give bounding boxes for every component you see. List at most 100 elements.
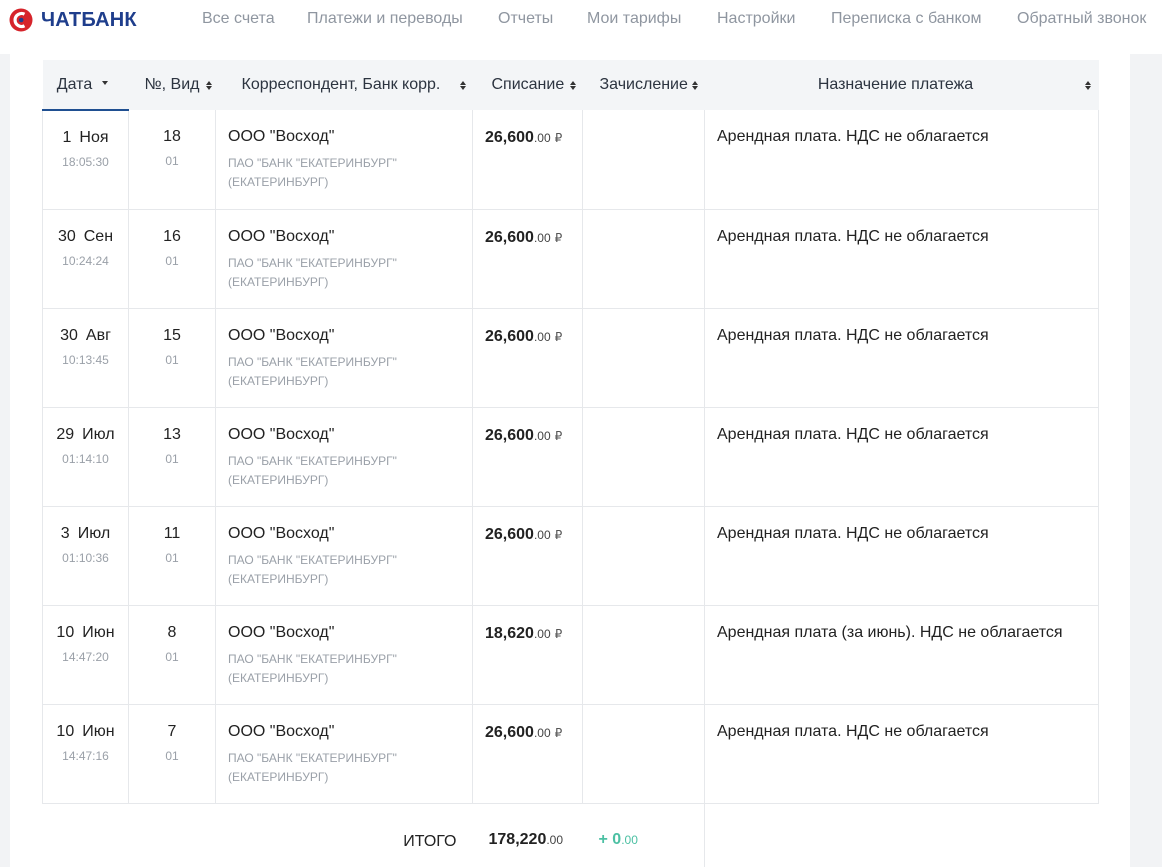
date-time: 01:10:36 (62, 550, 109, 565)
date-day: 10 (56, 623, 75, 641)
date-day: 3 (60, 524, 70, 542)
cell-date: 30 Сен 10:24:24 (42, 208, 129, 309)
totals-label: ИТОГО (403, 833, 457, 851)
ruble-icon: ₽ (554, 230, 563, 245)
table-row[interactable]: 10 Июн 14:47:20 8 01 ООО "Восход" ПАО "БАНК "Е… (42, 604, 1099, 705)
cell-date: 10 Июн 14:47:20 (42, 604, 129, 705)
debit-integer: 26,600 (485, 525, 534, 543)
date-day: 29 (56, 425, 75, 443)
debit-decimal: .00 (533, 131, 551, 145)
table-row[interactable]: 30 Авг 10:13:45 15 01 ООО "Восход" ПАО "БАНК "… (42, 307, 1099, 408)
cell-debit: 26,600.00 ₽ (472, 110, 583, 210)
nav-payments-transfers[interactable]: Платежи и переводы (307, 10, 463, 28)
cell-date: 30 Авг 10:13:45 (42, 307, 129, 408)
date-day: 30 (60, 326, 78, 344)
date-time: 01:14:10 (62, 451, 109, 466)
debit-decimal: .00 (533, 329, 551, 344)
date-day-month: 29 Июл (43, 426, 128, 444)
cell-date: 29 Июл 01:14:10 (42, 406, 129, 507)
nav-all-accounts[interactable]: Все счета (202, 10, 275, 28)
debit-integer: 26,600 (485, 426, 534, 444)
cell-date: 1 Ноя 18:05:30 (42, 110, 129, 210)
document-type: 01 (165, 352, 179, 367)
bank-name: ЧАТБАНК (41, 8, 137, 31)
document-type: 01 (165, 649, 179, 664)
date-time: 10:24:24 (62, 253, 109, 268)
cell-correspondent: ООО "Восход" ПАО "БАНК "ЕКАТЕРИНБУРГ" (ЕК… (215, 208, 473, 309)
cell-number: 8 01 (128, 604, 216, 705)
column-header-debit-label: Списание (491, 76, 565, 93)
nav-callback[interactable]: Обратный звонок (1017, 10, 1146, 28)
column-header-correspondent-label: Корреспондент, Банк корр. (241, 76, 441, 93)
document-type: 01 (165, 253, 179, 268)
cell-correspondent: ООО "Восход" ПАО "БАНК "ЕКАТЕРИНБУРГ" (ЕК… (215, 505, 473, 606)
cell-debit: 26,600.00 ₽ (472, 307, 583, 408)
correspondent-name: ООО "Восход" (228, 623, 335, 641)
cell-purpose: Арендная плата. НДС не облагается (704, 505, 1099, 606)
column-header-number[interactable]: №, Вид (128, 60, 216, 110)
date-day: 1 (62, 129, 72, 146)
correspondent-bank: ПАО "БАНК "ЕКАТЕРИНБУРГ" (ЕКАТЕРИНБУРГ) (228, 354, 397, 388)
column-header-date[interactable]: Дата (42, 60, 129, 111)
cell-date: 3 Июл 01:10:36 (42, 505, 129, 606)
table-row[interactable]: 30 Сен 10:24:24 16 01 ООО "Восход" ПАО "БАНК "… (42, 208, 1099, 309)
cell-correspondent: ООО "Восход" ПАО "БАНК "ЕКАТЕРИНБУРГ" (ЕК… (215, 703, 473, 804)
column-header-credit[interactable]: Зачисление (582, 60, 705, 110)
document-number: 8 (167, 623, 177, 641)
document-number: 13 (163, 425, 181, 443)
table-row[interactable]: 29 Июл 01:14:10 13 01 ООО "Восход" ПАО "БАНК "… (42, 406, 1099, 507)
correspondent-bank: ПАО "БАНК "ЕКАТЕРИНБУРГ" (ЕКАТЕРИНБУРГ) (228, 453, 397, 487)
totals-debit: 178,220.00 (473, 803, 583, 867)
ruble-icon: ₽ (554, 626, 563, 641)
date-time: 18:05:30 (62, 155, 109, 169)
cell-number: 13 01 (128, 406, 216, 507)
correspondent-bank: ПАО "БАНК "ЕКАТЕРИНБУРГ" (ЕКАТЕРИНБУРГ) (228, 156, 397, 189)
cell-credit (582, 604, 705, 705)
table-header-row: Дата №, Вид Корреспондент, Банк корр. Сп… (42, 60, 1099, 111)
nav-bank-correspondence[interactable]: Переписка с банком (831, 10, 982, 28)
ruble-icon: ₽ (554, 131, 563, 145)
correspondent-name: ООО "Восход" (228, 524, 335, 542)
column-header-correspondent[interactable]: Корреспондент, Банк корр. (215, 60, 473, 110)
cell-debit: 26,600.00 ₽ (472, 208, 583, 309)
totals-debit-integer: 178,220 (488, 831, 547, 849)
date-day-month: 30 Авг (43, 327, 128, 345)
nav-my-tariffs[interactable]: Мои тарифы (587, 10, 681, 28)
nav-settings[interactable]: Настройки (717, 10, 795, 28)
cell-debit: 26,600.00 ₽ (472, 703, 583, 804)
debit-integer: 26,600 (485, 228, 534, 246)
right-gutter (1130, 54, 1162, 867)
totals-debit-decimal: .00 (546, 833, 564, 848)
date-month: Июн (82, 722, 115, 740)
correspondent-bank: ПАО "БАНК "ЕКАТЕРИНБУРГ" (ЕКАТЕРИНБУРГ) (228, 552, 397, 586)
column-header-purpose-label: Назначение платежа (817, 76, 974, 93)
bank-logo[interactable]: ЧАТБАНК (9, 8, 137, 32)
totals-row: ИТОГО 178,220.00 + 0.00 (43, 803, 1099, 867)
document-number: 11 (163, 524, 181, 542)
debit-integer: 26,600 (485, 129, 534, 146)
table-row[interactable]: 10 Июн 14:47:16 7 01 ООО "Восход" ПАО "БАНК "Е… (42, 703, 1099, 804)
document-type: 01 (165, 451, 179, 466)
date-month: Сен (83, 227, 114, 245)
cell-debit: 26,600.00 ₽ (472, 406, 583, 507)
debit-decimal: .00 (533, 626, 551, 641)
table-row[interactable]: 1 Ноя 18:05:30 18 01 ООО "Восход" ПАО "БАНК "Е… (42, 110, 1099, 210)
column-header-purpose[interactable]: Назначение платежа (704, 60, 1099, 110)
correspondent-name: ООО "Восход" (228, 326, 335, 344)
cell-date: 10 Июн 14:47:16 (42, 703, 129, 804)
cell-purpose: Арендная плата. НДС не облагается (704, 406, 1099, 507)
cell-purpose: Арендная плата. НДС не облагается (704, 208, 1099, 309)
cell-number: 7 01 (128, 703, 216, 804)
ruble-icon: ₽ (554, 527, 563, 542)
cell-number: 11 01 (128, 505, 216, 606)
column-header-debit[interactable]: Списание (472, 60, 583, 110)
cell-correspondent: ООО "Восход" ПАО "БАНК "ЕКАТЕРИНБУРГ" (ЕК… (215, 406, 473, 507)
cell-purpose: Арендная плата. НДС не облагается (704, 703, 1099, 804)
nav-reports[interactable]: Отчеты (498, 10, 553, 28)
correspondent-name: ООО "Восход" (228, 425, 335, 443)
totals-credit-sign: + (598, 831, 608, 849)
cell-credit (582, 406, 705, 507)
debit-decimal: .00 (533, 428, 551, 443)
table-row[interactable]: 3 Июл 01:10:36 11 01 ООО "Восход" ПАО "БАНК "Е… (42, 505, 1099, 606)
document-type: 01 (165, 154, 179, 168)
